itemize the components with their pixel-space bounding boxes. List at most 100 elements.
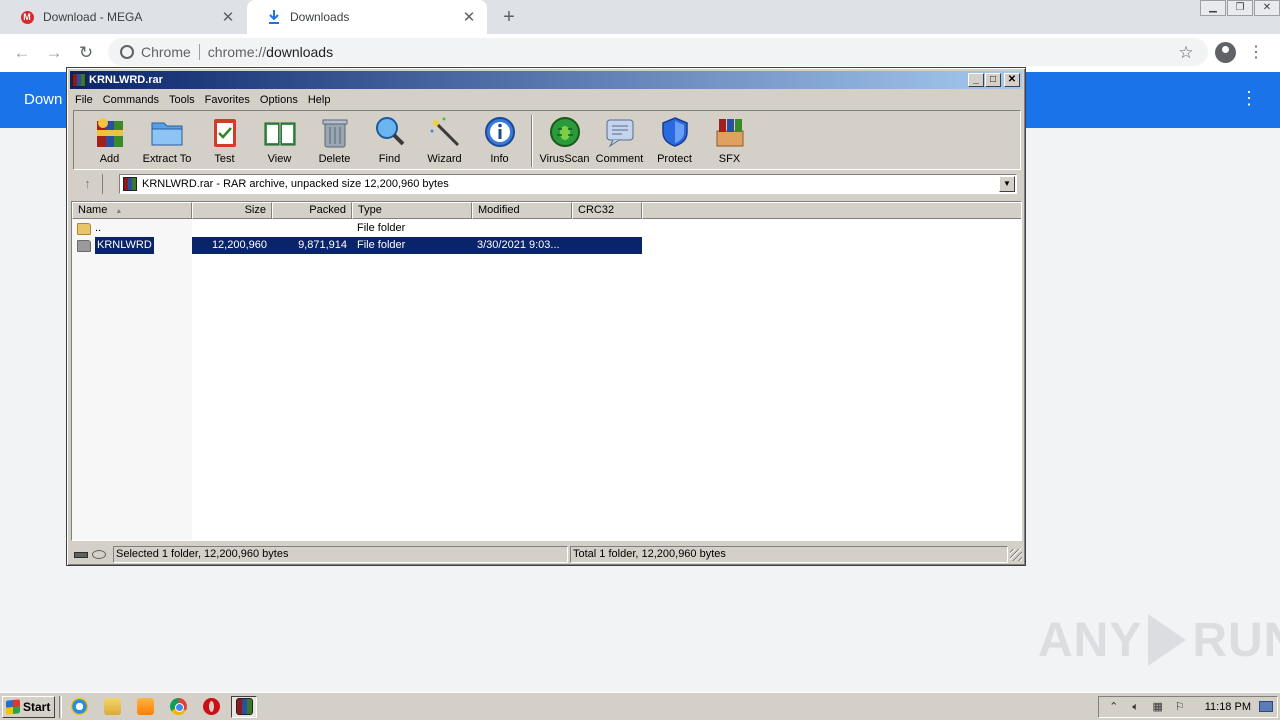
tool-label: Add [99, 153, 120, 165]
file-explorer-icon [103, 698, 121, 715]
table-row[interactable]: .. File folder [72, 220, 643, 237]
test-button[interactable]: Test [197, 111, 252, 169]
trash-icon [322, 119, 347, 148]
menu-options[interactable]: Options [255, 94, 303, 106]
menu-help[interactable]: Help [303, 94, 336, 106]
virus-scan-icon [549, 117, 580, 147]
menu-tools[interactable]: Tools [164, 94, 200, 106]
taskbar-ie[interactable] [66, 696, 92, 718]
tab-label: Download - MEGA [43, 10, 143, 24]
drive-icon[interactable] [74, 551, 88, 558]
column-crc32[interactable]: CRC32 [572, 202, 642, 219]
taskbar-media-player[interactable] [132, 696, 158, 718]
taskbar-chrome[interactable] [165, 696, 191, 718]
tool-label: SFX [718, 153, 741, 165]
taskbar-winrar[interactable] [231, 695, 257, 718]
chevron-down-icon[interactable]: ▼ [999, 176, 1015, 192]
winrar-titlebar[interactable]: KRNLWRD.rar _ □ ✕ [70, 71, 1022, 89]
comment-button[interactable]: Comment [592, 111, 647, 169]
row-crc [572, 220, 642, 237]
column-packed[interactable]: Packed [272, 202, 352, 219]
key-icon[interactable] [92, 550, 106, 559]
start-button[interactable]: Start [2, 695, 55, 718]
column-size[interactable]: Size [192, 202, 272, 219]
close-icon[interactable]: ✕ [1004, 73, 1020, 87]
view-button[interactable]: View [252, 111, 307, 169]
virusscan-button[interactable]: VirusScan [537, 111, 592, 169]
more-actions-icon[interactable]: ⋮ [1240, 88, 1258, 109]
system-tray: ⌃ 🔈︎ ▦ ⚐ 11:18 PM [1097, 695, 1278, 718]
column-label: Name [78, 204, 108, 216]
extract-to-button[interactable]: Extract To [137, 111, 197, 169]
winrar-window: KRNLWRD.rar _ □ ✕ File Commands Tools Fa… [66, 67, 1026, 566]
windows-logo-icon [6, 698, 20, 715]
minimize-icon[interactable]: ▁ [1200, 0, 1226, 16]
file-list-header: Name ▲ Size Packed Type Modified CRC32 [72, 202, 1021, 219]
file-list[interactable]: Name ▲ Size Packed Type Modified CRC32 ..… [71, 201, 1022, 541]
tab-label: Downloads [290, 10, 350, 24]
bookmark-star-icon[interactable]: ☆ [1174, 41, 1198, 65]
url-scheme: chrome:// [207, 44, 267, 60]
row-name-cell: KRNLWRD [72, 237, 192, 254]
action-center-flag-icon[interactable]: ⚐ [1172, 700, 1188, 714]
new-tab-button[interactable]: + [499, 5, 519, 29]
row-packed: 9,871,914 [272, 237, 352, 254]
close-tab-icon[interactable]: ✕ [461, 8, 477, 26]
back-arrow-icon[interactable]: ← [10, 41, 34, 65]
add-button[interactable]: Add [82, 111, 137, 169]
up-folder-icon[interactable]: ↑ [73, 174, 103, 194]
delete-button[interactable]: Delete [307, 111, 362, 169]
menu-commands[interactable]: Commands [98, 94, 164, 106]
tab-downloads[interactable]: Downloads ✕ [247, 0, 487, 34]
close-tab-icon[interactable]: ✕ [220, 8, 236, 26]
archive-address-bar: ↑ KRNLWRD.rar - RAR archive, unpacked si… [73, 173, 1021, 195]
taskbar-explorer[interactable] [99, 696, 125, 718]
row-name: KRNLWRD [95, 237, 154, 254]
chrome-tabstrip: M Download - MEGA ✕ Downloads ✕ + ▁ ❐ ✕ [0, 0, 1280, 34]
magic-wand-icon [430, 117, 459, 147]
close-icon[interactable]: ✕ [1254, 0, 1280, 16]
table-row-selected[interactable]: KRNLWRD 12,200,960 9,871,914 File folder… [72, 237, 643, 254]
test-clipboard-icon [213, 119, 236, 147]
info-button[interactable]: Info [472, 111, 527, 169]
window-controls: ▁ ❐ ✕ [1199, 0, 1280, 16]
restore-icon[interactable]: ❐ [1227, 0, 1253, 16]
show-desktop-icon[interactable] [1259, 701, 1273, 712]
speaker-icon[interactable]: 🔈︎ [1128, 700, 1144, 714]
chevron-up-icon[interactable]: ⌃ [1106, 700, 1122, 714]
forward-arrow-icon[interactable]: → [42, 41, 66, 65]
column-name[interactable]: Name ▲ [72, 202, 192, 219]
opera-icon [202, 698, 220, 715]
window-title: KRNLWRD.rar [89, 74, 163, 86]
row-size: 12,200,960 [192, 237, 272, 254]
row-modified: 3/30/2021 9:03... [472, 237, 572, 254]
maximize-icon[interactable]: □ [985, 73, 1001, 87]
site-info-icon[interactable] [120, 45, 134, 59]
find-button[interactable]: Find [362, 111, 417, 169]
menu-favorites[interactable]: Favorites [200, 94, 255, 106]
archive-path-combo[interactable]: KRNLWRD.rar - RAR archive, unpacked size… [119, 174, 1017, 194]
address-bar[interactable]: Chrome chrome://downloads [108, 38, 1208, 66]
taskbar-opera[interactable] [198, 696, 224, 718]
clock[interactable]: 11:18 PM [1205, 701, 1251, 713]
watermark-text: ANY [1038, 613, 1143, 667]
tab-mega[interactable]: M Download - MEGA ✕ [0, 0, 246, 34]
profile-avatar-icon[interactable] [1215, 42, 1236, 63]
reload-icon[interactable]: ↻ [74, 41, 98, 65]
winrar-window-buttons: _ □ ✕ [967, 73, 1020, 87]
add-archive-icon [96, 118, 123, 147]
chrome-menu-icon[interactable]: ⋮ [1248, 41, 1264, 65]
wizard-button[interactable]: Wizard [417, 111, 472, 169]
network-icon[interactable]: ▦ [1150, 700, 1166, 714]
resize-grip-icon[interactable] [1010, 548, 1022, 561]
taskbar: Start ⌃ 🔈︎ ▦ ⚐ 11:18 PM [0, 692, 1280, 720]
start-label: Start [23, 699, 51, 714]
sfx-button[interactable]: SFX [702, 111, 757, 169]
menu-file[interactable]: File [70, 94, 98, 106]
column-modified[interactable]: Modified [472, 202, 572, 219]
info-icon [484, 117, 515, 147]
minimize-icon[interactable]: _ [968, 73, 984, 87]
protect-button[interactable]: Protect [647, 111, 702, 169]
sort-ascending-icon: ▲ [115, 208, 123, 215]
column-type[interactable]: Type [352, 202, 472, 219]
